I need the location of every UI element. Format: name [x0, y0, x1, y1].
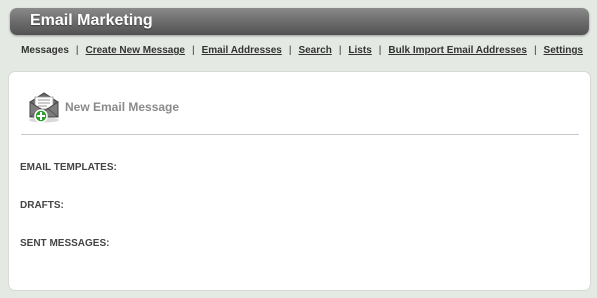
nav-separator: |	[75, 45, 79, 56]
app-title: Email Marketing	[30, 12, 153, 29]
nav-separator: |	[288, 45, 292, 56]
nav-search[interactable]: Search	[298, 45, 331, 56]
main-panel: New Email Message EMAIL TEMPLATES: DRAFT…	[8, 71, 591, 291]
sent-messages-heading: SENT MESSAGES:	[20, 238, 110, 249]
nav-create-new-message[interactable]: Create New Message	[86, 45, 186, 56]
nav-separator: |	[192, 45, 195, 56]
nav-bulk-import[interactable]: Bulk Import Email Addresses	[388, 45, 527, 56]
divider	[21, 134, 579, 135]
email-templates-heading: EMAIL TEMPLATES:	[20, 162, 117, 173]
nav-messages[interactable]: Messages	[21, 45, 69, 56]
top-navigation: Messages | Create New Message | Email Addres…	[21, 45, 583, 56]
app-title-bar: Email Marketing	[10, 8, 589, 35]
nav-separator: |	[338, 45, 342, 56]
nav-settings[interactable]: Settings	[544, 45, 583, 56]
nav-lists[interactable]: Lists	[348, 45, 371, 56]
drafts-heading: DRAFTS:	[20, 200, 64, 211]
nav-separator: |	[378, 45, 382, 56]
nav-email-addresses[interactable]: Email Addresses	[202, 45, 282, 56]
new-email-message-button[interactable]: New Email Message	[27, 90, 179, 124]
nav-separator: |	[533, 45, 537, 56]
new-email-message-label: New Email Message	[65, 100, 180, 114]
envelope-add-icon	[27, 90, 63, 124]
